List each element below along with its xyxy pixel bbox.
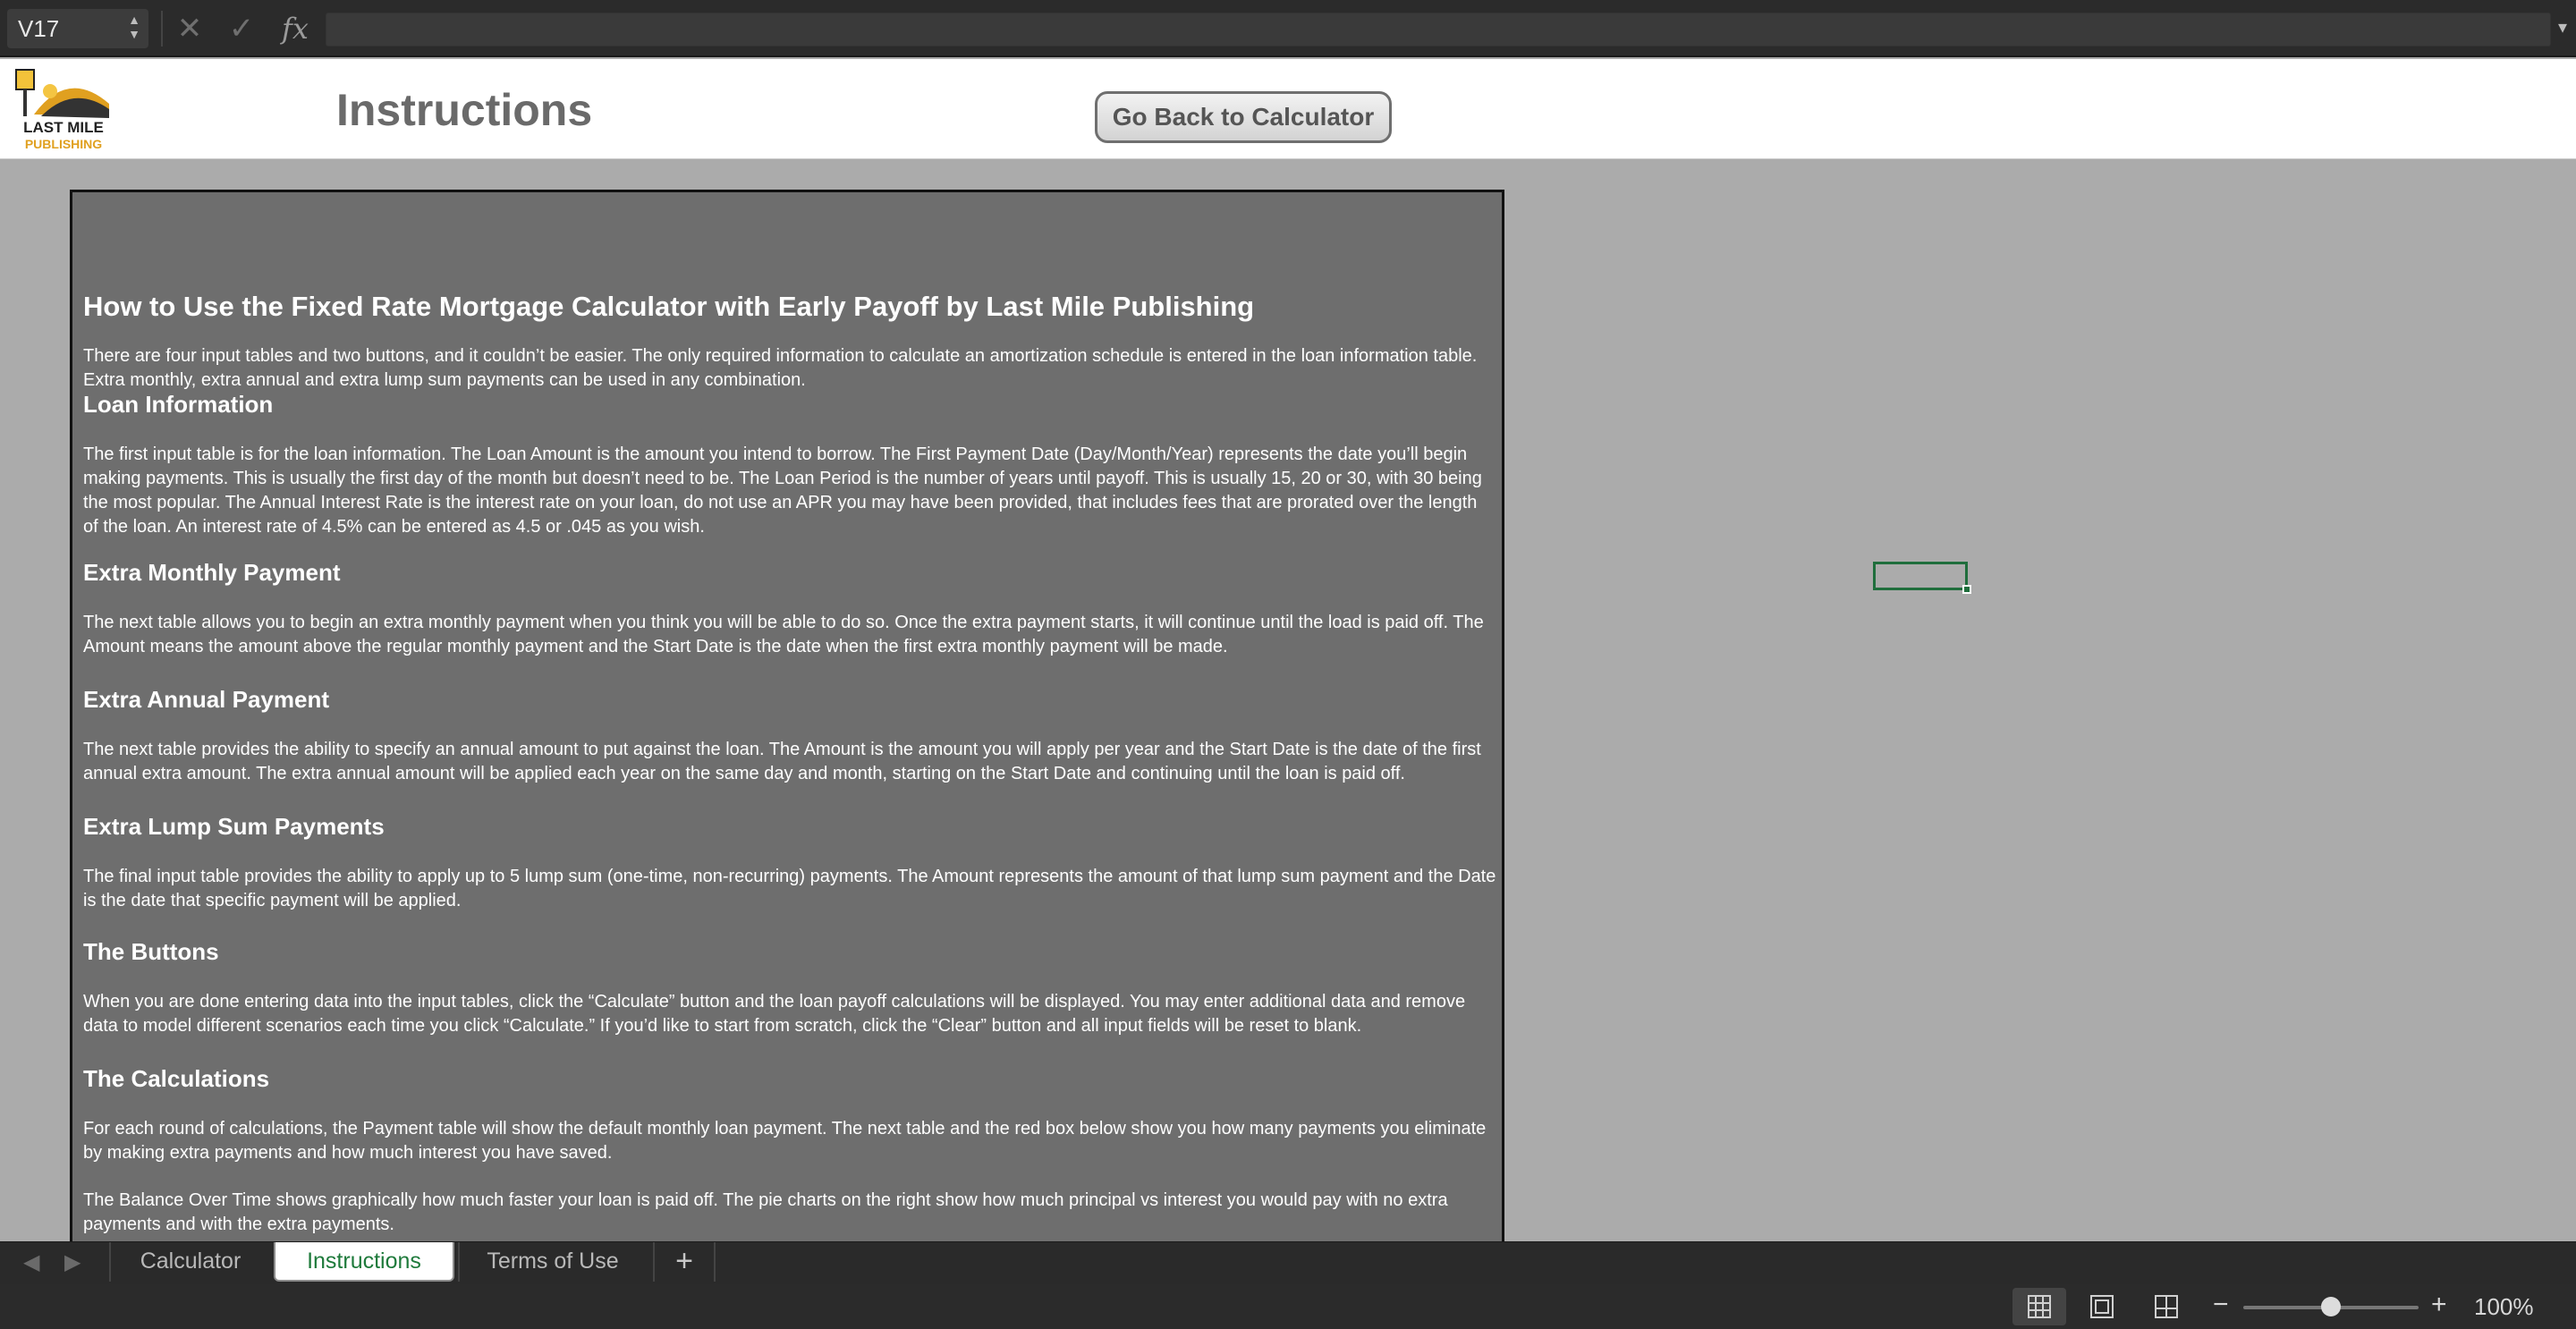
normal-view-button[interactable] — [2012, 1288, 2066, 1325]
instructions-main-heading: How to Use the Fixed Rate Mortgage Calcu… — [83, 291, 1255, 322]
cell-reference: V17 — [18, 15, 60, 42]
section-text-extra-lump-sum-payments: The final input table provides the abili… — [83, 867, 1496, 910]
name-box[interactable]: V17 ▲ ▼ — [7, 9, 148, 48]
section-text-extra-annual-payment: The next table provides the ability to s… — [83, 740, 1481, 783]
formula-separator — [161, 11, 163, 47]
section-heading-extra-lump-sum-payments: Extra Lump Sum Payments — [83, 813, 385, 840]
section-text-loan-information: The first input table is for the loan in… — [83, 444, 1482, 537]
logo-text-main: LAST MILE — [23, 119, 104, 136]
formula-input[interactable] — [326, 13, 2551, 47]
page-break-view-button[interactable] — [2140, 1288, 2193, 1325]
section-heading-loan-information: Loan Information — [83, 391, 274, 418]
section-text-the-calculations: For each round of calculations, the Paym… — [83, 1119, 1487, 1163]
previous-sheet-icon[interactable]: ◀ — [23, 1249, 39, 1275]
grid-view-icon — [2028, 1295, 2051, 1318]
page-title: Instructions — [336, 85, 593, 135]
tab-calculator[interactable]: Calculator — [109, 1242, 270, 1282]
selected-cell[interactable] — [1873, 562, 1968, 590]
go-back-to-calculator-button[interactable]: Go Back to Calculator — [1095, 91, 1392, 143]
cancel-icon[interactable]: ✕ — [170, 9, 209, 48]
intro-paragraph: There are four input tables and two butt… — [83, 346, 1478, 390]
tab-terms-of-use[interactable]: Terms of Use — [458, 1242, 646, 1282]
fill-handle[interactable] — [1962, 585, 1971, 594]
formula-expand-icon[interactable]: ▾ — [2558, 16, 2567, 38]
insert-function-icon[interactable]: fx — [275, 9, 315, 48]
zoom-level[interactable]: 100% — [2474, 1293, 2534, 1321]
next-sheet-icon[interactable]: ▶ — [64, 1249, 80, 1275]
page-break-icon — [2155, 1295, 2178, 1318]
zoom-out-button[interactable]: − — [2213, 1290, 2229, 1320]
zoom-slider-thumb[interactable] — [2321, 1297, 2341, 1316]
section-heading-the-calculations: The Calculations — [83, 1065, 270, 1092]
page-layout-icon — [2090, 1295, 2114, 1318]
status-bar: − + 100% — [0, 1284, 2576, 1329]
name-box-stepper[interactable]: ▲ ▼ — [127, 13, 141, 45]
section-heading-extra-monthly-payment: Extra Monthly Payment — [83, 559, 341, 586]
logo-text-sub: PUBLISHING — [25, 137, 102, 151]
add-sheet-button[interactable]: + — [653, 1242, 716, 1282]
section-text-balance-over-time: The Balance Over Time shows graphically … — [83, 1190, 1448, 1234]
section-text-the-buttons: When you are done entering data into the… — [83, 992, 1466, 1036]
section-heading-extra-annual-payment: Extra Annual Payment — [83, 686, 330, 713]
tab-instructions[interactable]: Instructions — [274, 1242, 454, 1282]
stepper-up-icon[interactable]: ▲ — [127, 13, 141, 27]
enter-icon[interactable]: ✓ — [222, 9, 261, 48]
zoom-in-button[interactable]: + — [2431, 1290, 2447, 1320]
stepper-down-icon[interactable]: ▼ — [127, 27, 141, 41]
section-heading-the-buttons: The Buttons — [83, 938, 219, 965]
sheet-header: LAST MILE PUBLISHING Instructions Go Bac… — [0, 59, 2576, 159]
last-mile-publishing-logo: LAST MILE PUBLISHING — [15, 69, 109, 151]
sheet-grid[interactable]: How to Use the Fixed Rate Mortgage Calcu… — [0, 159, 2576, 1263]
formula-bar: V17 ▲ ▼ ✕ ✓ fx ▾ — [0, 0, 2576, 57]
section-text-extra-monthly-payment: The next table allows you to begin an ex… — [83, 613, 1484, 656]
sheet-tab-bar: ◀ ▶ Calculator Instructions Terms of Use… — [0, 1241, 2576, 1284]
page-layout-view-button[interactable] — [2075, 1288, 2129, 1325]
instructions-panel: How to Use the Fixed Rate Mortgage Calcu… — [70, 190, 1504, 1263]
